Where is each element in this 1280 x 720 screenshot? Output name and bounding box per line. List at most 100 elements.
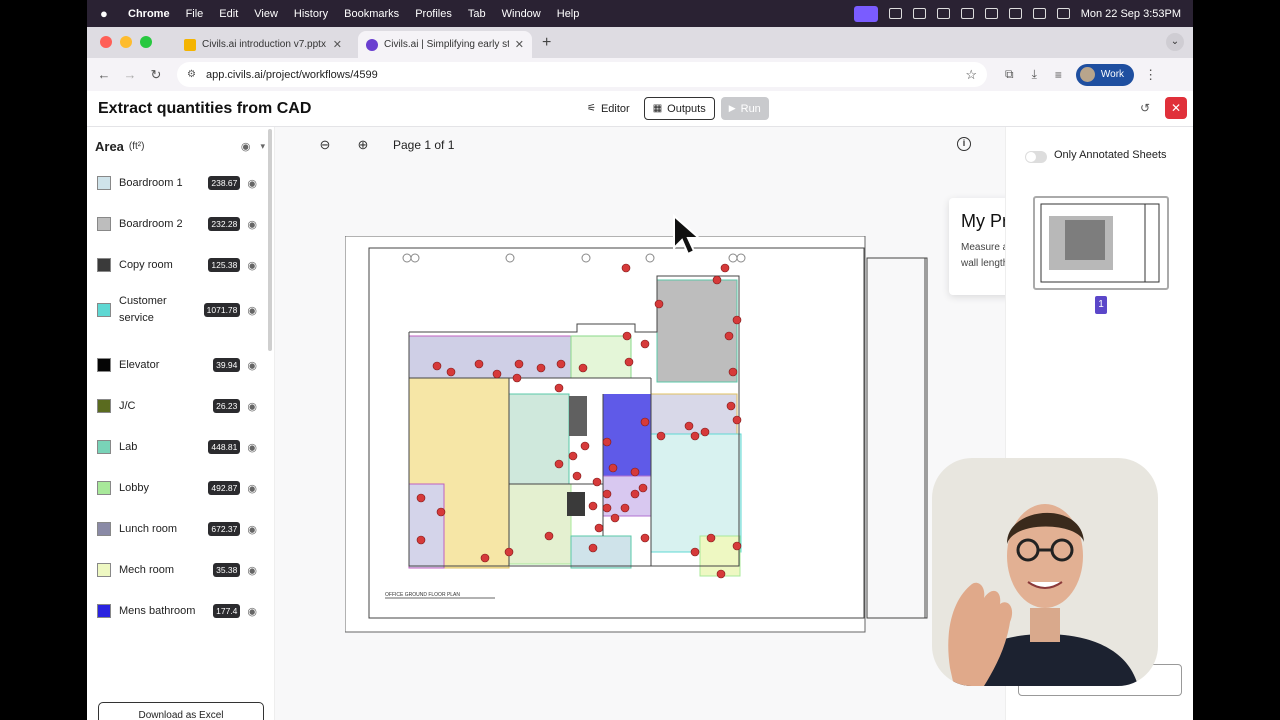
- legend-item[interactable]: Mens bathroom 177.4 ◉: [97, 593, 257, 629]
- eye-icon[interactable]: ◉: [247, 482, 257, 495]
- editor-button[interactable]: ⚟ Editor: [579, 97, 638, 120]
- profile-button[interactable]: Work: [1075, 63, 1135, 86]
- menu-history[interactable]: History: [294, 8, 328, 20]
- area-panel: Area (ft²) ◉ ▾ Boardroom 1 238.67 ◉ Boardro…: [87, 127, 275, 720]
- play-icon: ▶: [728, 103, 736, 113]
- menu-chrome[interactable]: Chrome: [128, 8, 170, 20]
- screen-record-icon[interactable]: [853, 5, 878, 22]
- play-icon[interactable]: [912, 8, 926, 19]
- eye-icon[interactable]: ◉: [247, 218, 257, 231]
- legend-item[interactable]: Mech room 35.38 ◉: [97, 552, 257, 588]
- eye-icon[interactable]: ◉: [247, 177, 257, 190]
- area-value-badge: 232.28: [208, 217, 241, 231]
- run-button[interactable]: ▶ Run: [720, 97, 769, 120]
- legend-item[interactable]: J/C 26.23 ◉: [97, 388, 257, 424]
- zoom-out-icon[interactable]: ⊖: [315, 137, 335, 153]
- page-number-badge[interactable]: 1: [1095, 296, 1107, 314]
- apple-icon[interactable]: ●: [100, 6, 116, 21]
- site-info-icon[interactable]: ⚙: [187, 69, 196, 80]
- area-value-badge: 39.94: [213, 358, 241, 372]
- history-icon[interactable]: ↺: [1135, 101, 1155, 115]
- area-value-badge: 26.23: [213, 399, 241, 413]
- area-lunch-room: [408, 335, 578, 379]
- battery-icon[interactable]: [984, 8, 998, 19]
- download-excel-button[interactable]: Download as Excel: [98, 702, 264, 720]
- outputs-button[interactable]: ▦ Outputs: [643, 97, 715, 120]
- color-swatch: [97, 258, 111, 272]
- menu-help[interactable]: Help: [557, 8, 580, 20]
- close-workflow-button[interactable]: ✕: [1165, 97, 1187, 119]
- area-mens-bathroom: [603, 394, 651, 476]
- chevron-down-icon[interactable]: ▾: [260, 141, 265, 152]
- legend-item[interactable]: Lunch room 672.37 ◉: [97, 511, 257, 547]
- zoom-in-icon[interactable]: ⊕: [353, 137, 373, 153]
- outputs-label: Outputs: [667, 102, 706, 115]
- eye-icon[interactable]: ◉: [247, 441, 257, 454]
- legend-item[interactable]: Lobby 492.87 ◉: [97, 470, 257, 506]
- back-icon[interactable]: ←: [91, 67, 117, 82]
- menu-profiles[interactable]: Profiles: [415, 8, 452, 20]
- legend-item[interactable]: Lab 448.81 ◉: [97, 429, 257, 465]
- menu-edit[interactable]: Edit: [219, 8, 238, 20]
- tab-civils[interactable]: Civils.ai | Simplifying early st ✕: [358, 31, 532, 58]
- menu-bookmarks[interactable]: Bookmarks: [344, 8, 399, 20]
- tab-pptx[interactable]: Civils.ai introduction v7.pptx ✕: [176, 31, 350, 58]
- annotated-sheets-toggle[interactable]: [1025, 151, 1047, 163]
- menu-tab[interactable]: Tab: [468, 8, 486, 20]
- drawing-viewer[interactable]: ⊖ ⊕ Page 1 of 1 i OFFICE GROUND FLOOR PL…: [275, 127, 1159, 720]
- civils-logo-icon: [366, 38, 378, 51]
- color-swatch: [97, 303, 111, 317]
- control-center-icon[interactable]: [1056, 8, 1070, 19]
- eye-icon[interactable]: ◉: [247, 605, 257, 618]
- eye-icon[interactable]: ◉: [247, 304, 257, 317]
- wifi-icon[interactable]: [1008, 8, 1022, 19]
- area-lab: [508, 393, 570, 485]
- sheet-thumbnail[interactable]: [1033, 196, 1169, 290]
- address-bar[interactable]: ⚙ app.civils.ai/project/workflows/4599 ☆: [177, 62, 987, 87]
- reload-icon[interactable]: ↻: [143, 67, 169, 83]
- close-window-button[interactable]: [100, 36, 112, 48]
- bookmark-star-icon[interactable]: ☆: [965, 67, 977, 83]
- extensions-icon[interactable]: ⧉: [1005, 67, 1014, 82]
- legend-item[interactable]: Elevator 39.94 ◉: [97, 347, 257, 383]
- title-block: [866, 257, 928, 619]
- viewer-toolbar: ⊖ ⊕ Page 1 of 1: [315, 137, 455, 153]
- menubar-clock[interactable]: Mon 22 Sep 3:53PM: [1081, 8, 1181, 20]
- area-value-badge: 1071.78: [203, 303, 241, 317]
- close-tab-icon[interactable]: ✕: [333, 38, 342, 51]
- reading-list-icon[interactable]: ≡: [1055, 68, 1062, 82]
- scrollbar[interactable]: [268, 129, 272, 351]
- menu-window[interactable]: Window: [502, 8, 541, 20]
- zoom-window-button[interactable]: [140, 36, 152, 48]
- eye-icon[interactable]: ◉: [247, 259, 257, 272]
- more-menu-icon[interactable]: ⋮: [1144, 67, 1157, 83]
- forward-icon[interactable]: →: [117, 67, 143, 82]
- notion-icon[interactable]: [888, 8, 902, 19]
- clipboard-icon[interactable]: [960, 8, 974, 19]
- minimize-window-button[interactable]: [120, 36, 132, 48]
- search-icon[interactable]: [1032, 8, 1046, 19]
- eye-icon[interactable]: ◉: [247, 359, 257, 372]
- eye-icon[interactable]: ◉: [247, 400, 257, 413]
- legend-item[interactable]: Boardroom 2 232.28 ◉: [97, 206, 257, 242]
- eye-icon[interactable]: ◉: [247, 523, 257, 536]
- color-swatch: [97, 399, 111, 413]
- new-tab-icon[interactable]: +: [542, 34, 551, 52]
- tab-search-icon[interactable]: ⌄: [1166, 33, 1184, 51]
- eye-icon[interactable]: ◉: [241, 140, 251, 153]
- fan-icon[interactable]: [936, 8, 950, 19]
- legend-item[interactable]: Copy room 125.38 ◉: [97, 247, 257, 283]
- menu-file[interactable]: File: [186, 8, 204, 20]
- close-tab-icon[interactable]: ✕: [515, 38, 524, 51]
- info-icon[interactable]: i: [957, 137, 971, 151]
- download-icon[interactable]: ⤓: [1032, 67, 1037, 82]
- legend-item[interactable]: Customer service 1071.78 ◉: [97, 288, 257, 332]
- cad-floor-plan[interactable]: OFFICE GROUND FLOOR PLAN: [345, 236, 969, 634]
- thumbnail-preview: [1040, 203, 1160, 283]
- legend-item[interactable]: Boardroom 1 238.67 ◉: [97, 165, 257, 201]
- eye-icon[interactable]: ◉: [247, 564, 257, 577]
- url-text[interactable]: app.civils.ai/project/workflows/4599: [206, 69, 955, 81]
- menu-view[interactable]: View: [254, 8, 278, 20]
- color-swatch: [97, 563, 111, 577]
- legend-item-name: Lunch room: [119, 522, 178, 535]
